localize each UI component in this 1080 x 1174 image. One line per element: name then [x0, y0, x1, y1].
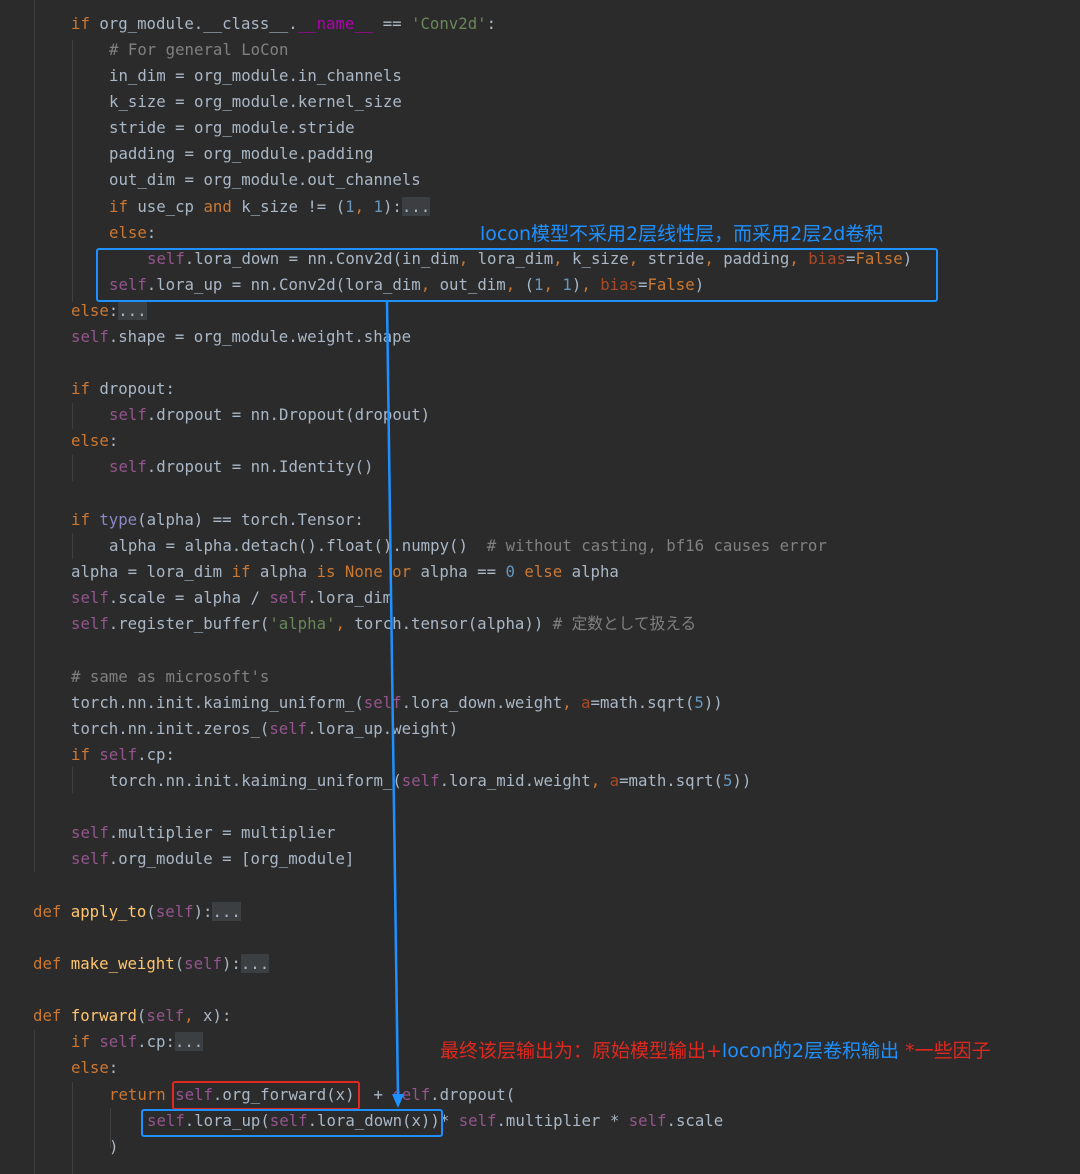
annotation-arrow: [385, 300, 404, 1108]
annotation-bottom: 最终该层输出为：原始模型输出+locon的2层卷积输出 *一些因子: [440, 1040, 991, 1062]
annotation-top: locon模型不采用2层线性层，而采用2层2d卷积: [480, 223, 884, 245]
